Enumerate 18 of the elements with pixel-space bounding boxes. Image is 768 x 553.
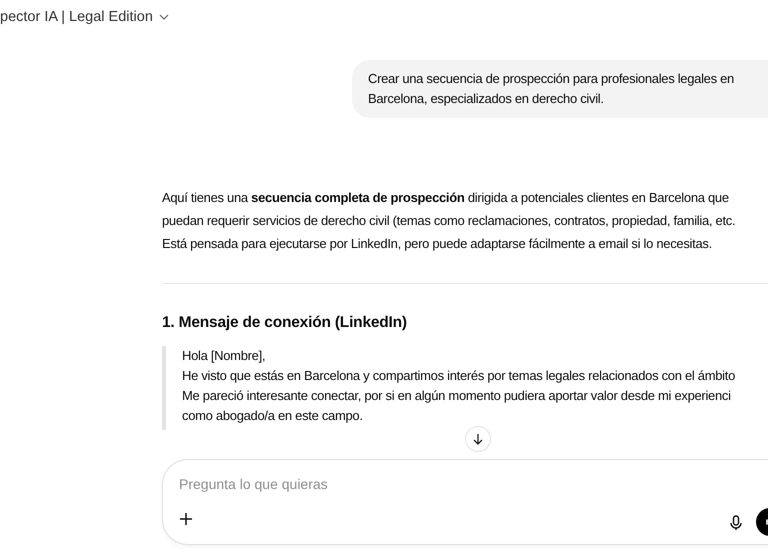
- quote-text: Me pareció interesante conectar, por si en algún momento pudiera aportar valor desde mi experienci: [182, 387, 732, 405]
- message-text: Barcelona, especializados en derecho civil.: [368, 90, 605, 108]
- response-text: Aquí tienes una secuencia completa de prospección dirigida a potenciales clientes en Barcelona que: [162, 189, 730, 207]
- arrow-down-icon: [472, 433, 484, 445]
- microphone-icon: [730, 515, 742, 531]
- quote-text: Hola [Nombre],: [182, 347, 266, 365]
- chat-title[interactable]: pector IA | Legal Edition: [0, 9, 153, 25]
- quote-text: como abogado/a en este campo.: [182, 407, 364, 425]
- add-button[interactable]: [179, 512, 193, 526]
- response-text: puedan requerir servicios de derecho civil (temas como reclamaciones, contratos, propiedad, familia, etc.: [162, 212, 736, 230]
- response-text: Está pensada para ejecutarse por LinkedIn, pero puede adaptarse fácilmente a email si lo necesitas.: [162, 235, 713, 253]
- section-heading: 1. Mensaje de conexión (LinkedIn): [162, 314, 408, 332]
- message-text: Crear una secuencia de prospección para profesionales legales en: [368, 70, 735, 88]
- scroll-down-button[interactable]: [465, 426, 491, 452]
- plus-icon: [179, 512, 193, 526]
- quote-text: He visto que estás en Barcelona y compartimos interés por temas legales relacionados con el ámbito: [182, 367, 736, 385]
- chevron-down-icon[interactable]: [158, 14, 169, 20]
- microphone-button[interactable]: [730, 515, 742, 531]
